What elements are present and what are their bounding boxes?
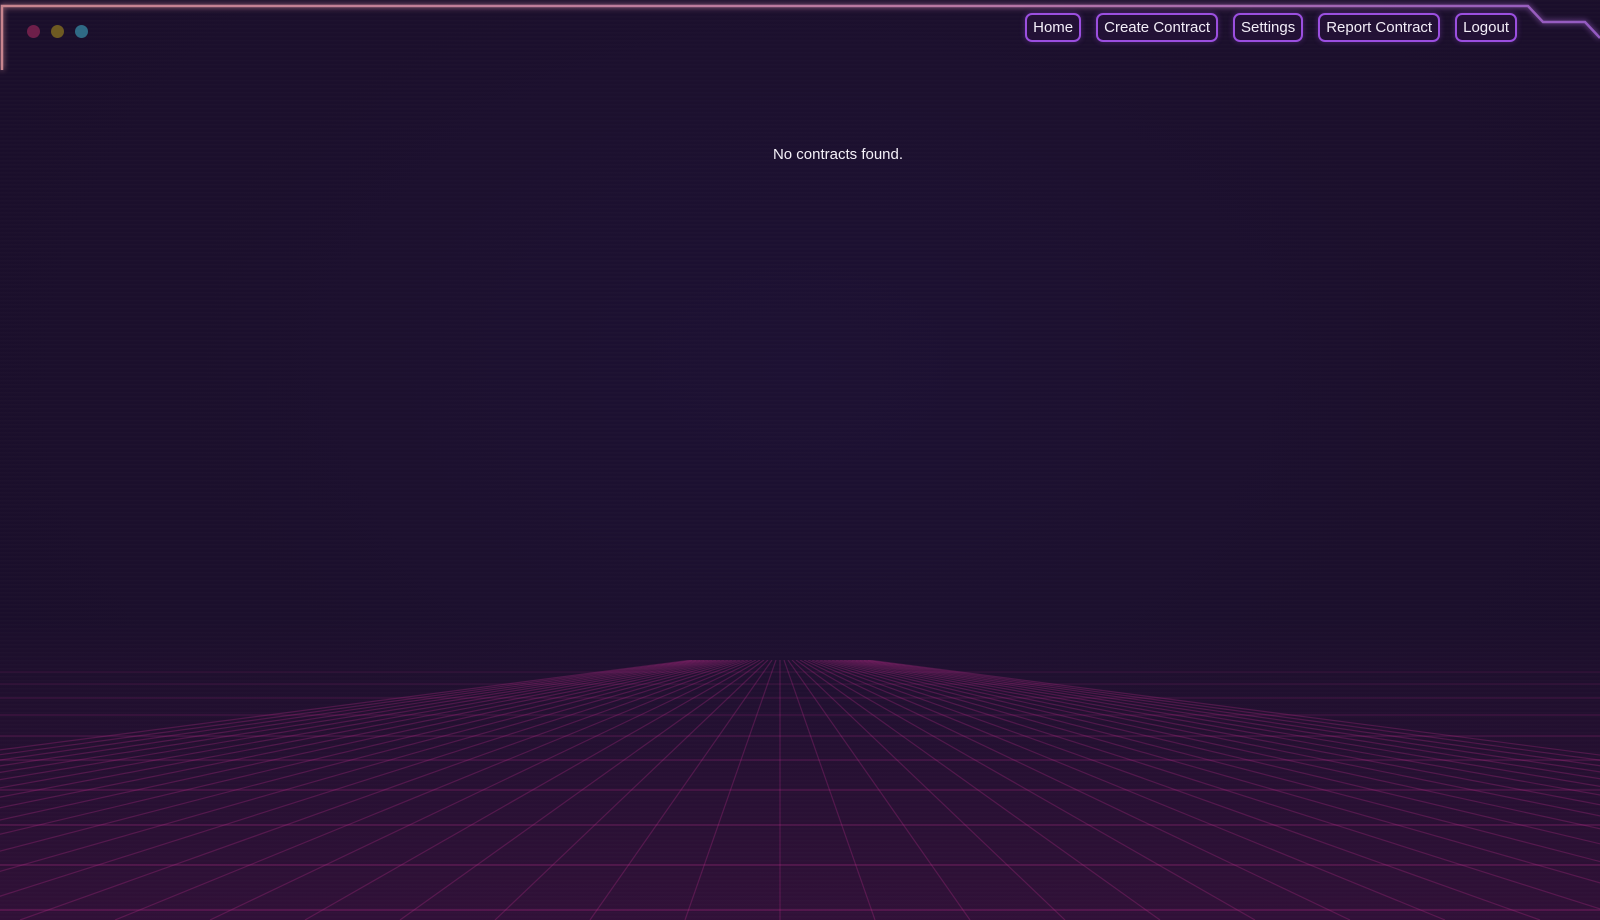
grid-line: [0, 660, 733, 835]
grid-line: [399, 660, 765, 920]
grid-line: [114, 660, 753, 920]
nav-report-contract-button[interactable]: Report Contract: [1318, 13, 1441, 42]
scanlines-overlay: [0, 0, 1600, 920]
grid-line: [811, 660, 1541, 920]
floor-glow: [0, 620, 1600, 920]
nav-settings-button[interactable]: Settings: [1233, 13, 1304, 42]
grid-line: [815, 660, 1600, 910]
grid-line: [847, 660, 1600, 787]
grid-line: [0, 660, 693, 751]
grid-line: [0, 660, 729, 821]
grid-line: [799, 660, 1256, 920]
minimize-dot[interactable]: [51, 25, 64, 38]
nav-logout-button[interactable]: Logout: [1455, 13, 1517, 42]
grid-line: [0, 660, 717, 789]
grid-line: [0, 660, 725, 809]
nav-home-button[interactable]: Home: [1025, 13, 1082, 42]
grid-line: [855, 660, 1600, 773]
grid-line: [589, 660, 773, 920]
grid-line: [859, 660, 1600, 767]
grid-line: [827, 660, 1600, 845]
grid-line: [0, 660, 705, 767]
close-dot[interactable]: [27, 25, 40, 38]
grid-line: [0, 660, 697, 756]
grid-line: [791, 660, 1066, 920]
grid-line: [787, 660, 971, 920]
grid-line: [0, 660, 713, 781]
grid-line: [851, 660, 1600, 780]
grid-line: [0, 660, 701, 761]
grid-line: [304, 660, 761, 920]
grid-line: [823, 660, 1600, 863]
grid-line: [867, 660, 1600, 756]
grid-line: [803, 660, 1351, 920]
grid-line: [839, 660, 1600, 806]
grid-line: [0, 660, 741, 873]
grid-line: [494, 660, 769, 920]
window-controls: [27, 25, 88, 38]
grid-line: [684, 660, 777, 920]
grid-line: [807, 660, 1446, 920]
window-frame: [0, 4, 1600, 918]
grid-line: [835, 660, 1600, 817]
perspective-grid: [0, 660, 1600, 920]
top-nav: Home Create Contract Settings Report Con…: [1025, 13, 1517, 42]
zoom-dot[interactable]: [75, 25, 88, 38]
grid-line: [843, 660, 1600, 796]
grid-line: [0, 660, 745, 897]
grid-line: [863, 660, 1600, 761]
grid-line: [783, 660, 876, 920]
empty-state-message: No contracts found.: [772, 146, 904, 163]
grid-line: [0, 660, 737, 852]
nav-create-contract-button[interactable]: Create Contract: [1096, 13, 1219, 42]
grid-line: [795, 660, 1161, 920]
grid-line: [209, 660, 757, 920]
grid-line: [19, 660, 749, 920]
grid-line: [0, 660, 721, 798]
app-window: Home Create Contract Settings Report Con…: [0, 0, 1600, 920]
grid-line: [0, 660, 709, 773]
grid-line: [831, 660, 1600, 830]
grid-line: [819, 660, 1600, 884]
